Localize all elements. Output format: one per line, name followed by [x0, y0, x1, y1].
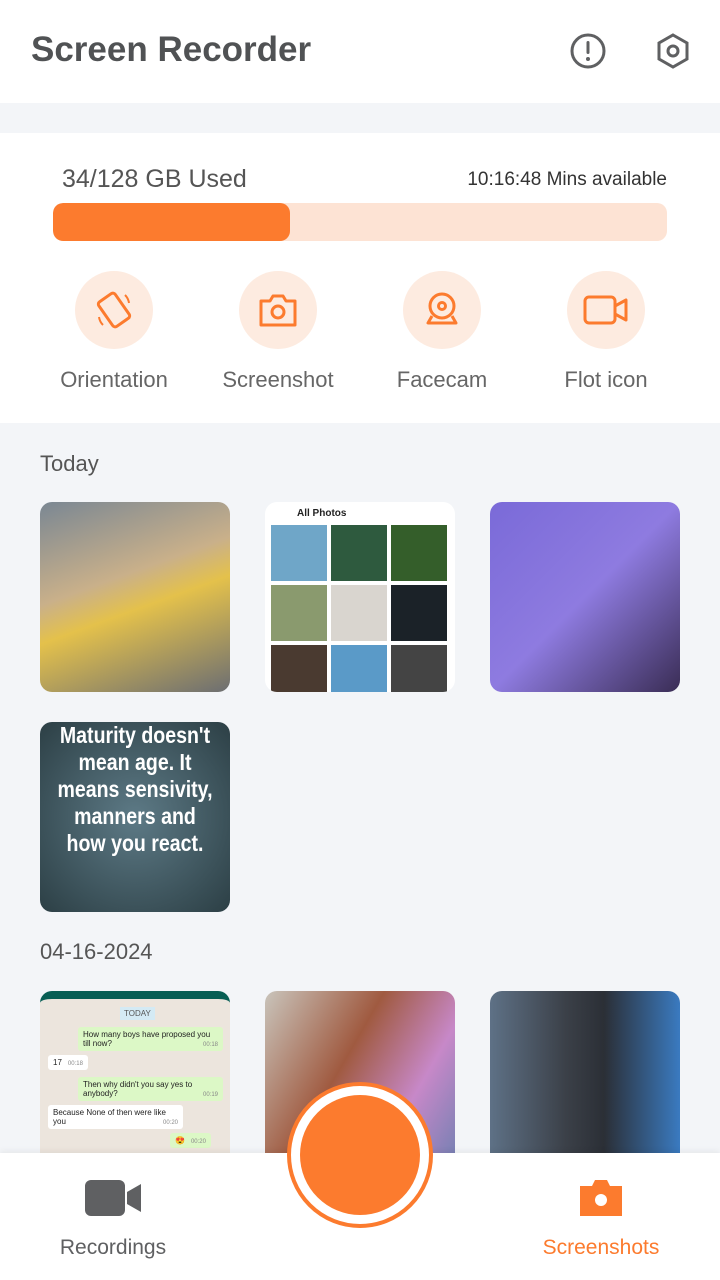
chat-message: Then why didn't you say yes to anybody? 0… [78, 1077, 223, 1101]
time-available: 10:16:48 Mins available [467, 169, 667, 190]
orientation-button[interactable]: Orientation [39, 271, 189, 393]
screenshot-label: Screenshot [222, 367, 334, 392]
chat-message-text: Then why didn't you say yes to anybody? [83, 1080, 193, 1098]
video-camera-icon [85, 1180, 141, 1216]
chat-day: TODAY [120, 1007, 155, 1020]
record-button-inner [300, 1095, 420, 1215]
chat-message-time: 00:18 [202, 1042, 218, 1048]
storage-progress-bar [53, 203, 667, 241]
screenshot-thumbnail[interactable] [40, 502, 230, 692]
app-title: Screen Recorder [31, 30, 312, 69]
video-icon [583, 295, 628, 325]
chat-message-time: 00:19 [202, 1092, 218, 1098]
float-icon-button[interactable]: Flot icon [531, 271, 681, 393]
screenshot-thumbnail[interactable]: Maturity doesn't mean age. It means sens… [40, 722, 230, 912]
quote-text: Maturity doesn't mean age. It means sens… [57, 722, 213, 856]
facecam-button[interactable]: Facecam [367, 271, 517, 393]
chat-message: How many boys have proposed you till now… [78, 1027, 223, 1051]
orientation-label: Orientation [60, 367, 168, 392]
storage-used: 34/128 GB Used [62, 165, 247, 193]
screenshot-button[interactable]: Screenshot [203, 271, 353, 393]
info-icon[interactable] [569, 32, 607, 70]
gallery-header: All Photos [297, 508, 347, 519]
orientation-icon [96, 291, 132, 329]
storage-progress-fill [53, 203, 290, 241]
settings-icon[interactable] [654, 32, 692, 70]
chat-message: 😍 00:20 [170, 1133, 211, 1148]
facecam-label: Facecam [396, 367, 488, 392]
nav-screenshots[interactable]: Screenshots [501, 1178, 701, 1260]
webcam-icon [426, 292, 458, 325]
float-icon-label: Flot icon [564, 367, 648, 392]
chat-message-text: Because None of then were like you [53, 1108, 166, 1126]
screenshot-thumbnail[interactable]: All Photos [265, 502, 455, 692]
app-header: Screen Recorder [0, 0, 720, 103]
camera-icon [259, 294, 297, 327]
storage-card: 34/128 GB Used 10:16:48 Mins available O… [0, 133, 720, 423]
record-button[interactable] [287, 1082, 433, 1228]
camera-icon [580, 1180, 622, 1216]
nav-recordings-label: Recordings [59, 1236, 167, 1259]
nav-recordings[interactable]: Recordings [13, 1178, 213, 1260]
screenshot-thumbnail[interactable] [490, 502, 680, 692]
chat-message-text: 😍 [175, 1136, 185, 1145]
section-title-date: 04-16-2024 [40, 939, 153, 964]
chat-message-time: 00:20 [190, 1139, 206, 1145]
chat-message-text: 17 [53, 1058, 62, 1067]
nav-screenshots-label: Screenshots [542, 1236, 660, 1259]
chat-message: Because None of then were like you 00:20 [48, 1105, 183, 1129]
section-title-today: Today [40, 451, 99, 476]
chat-message-time: 00:20 [162, 1120, 178, 1126]
chat-message-time: 00:18 [67, 1061, 83, 1067]
chat-message: 17 00:18 [48, 1055, 88, 1070]
chat-message-text: How many boys have proposed you till now… [83, 1030, 211, 1048]
